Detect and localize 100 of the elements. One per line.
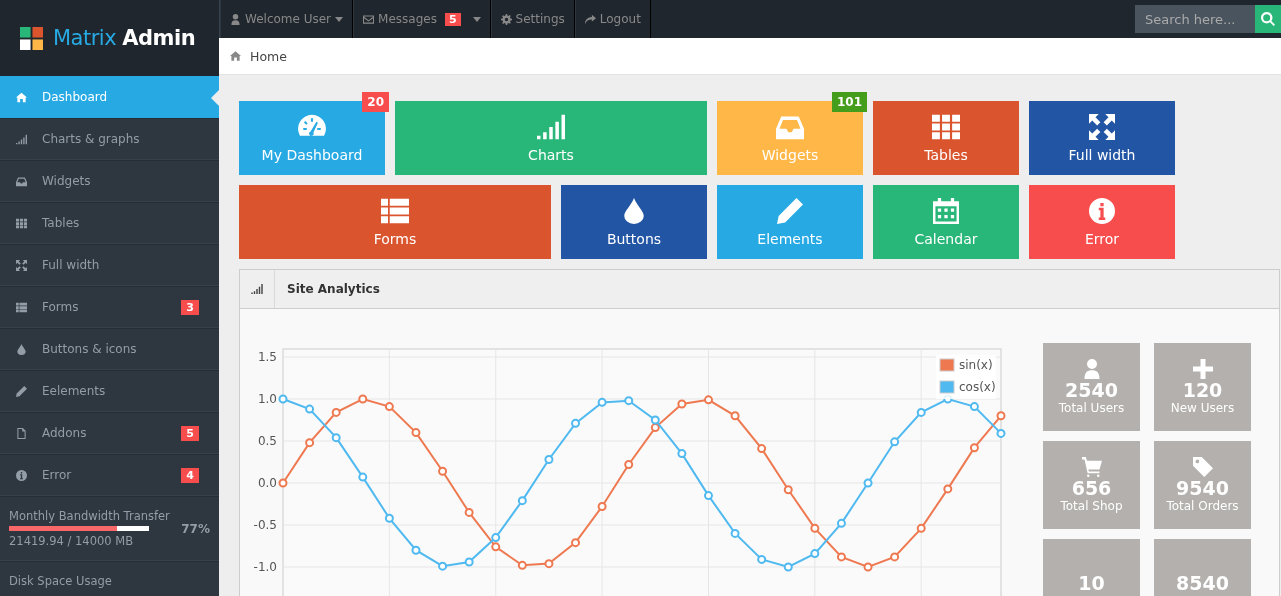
point xyxy=(810,549,820,559)
point xyxy=(438,466,448,476)
sidebar-item[interactable]: Charts & graphs xyxy=(0,118,219,160)
point xyxy=(650,415,660,425)
stat-tile: 656 Total Shop xyxy=(1043,441,1140,529)
inbox-icon xyxy=(16,175,27,187)
legend-label: sin(x) xyxy=(959,358,993,372)
stat-tile: 2540 Total Users xyxy=(1043,343,1140,431)
point xyxy=(464,507,474,517)
info-icon xyxy=(16,469,27,481)
grid-icon xyxy=(932,113,960,140)
shortcut-tile[interactable]: Calendar xyxy=(873,185,1019,259)
point xyxy=(384,513,394,523)
count-badge: 4 xyxy=(181,467,199,483)
point xyxy=(384,402,394,412)
point xyxy=(438,561,448,571)
shortcut-tile[interactable]: Charts xyxy=(395,101,707,175)
point xyxy=(730,528,740,538)
search-field[interactable]: Search here... xyxy=(1135,5,1255,33)
stat-tile: 8540 xyxy=(1154,539,1251,596)
shortcut-tile[interactable]: Elements xyxy=(717,185,863,259)
point xyxy=(890,437,900,447)
sidebar-item[interactable]: Error 4 xyxy=(0,454,219,496)
point xyxy=(305,404,315,414)
sidebar-item[interactable]: Buttons & icons xyxy=(0,328,219,370)
drop-icon xyxy=(16,343,27,355)
pencil-icon xyxy=(16,385,27,397)
calendar-icon xyxy=(932,197,960,224)
count-badge: 20 xyxy=(362,92,389,112)
point xyxy=(597,397,607,407)
settings-icon xyxy=(500,13,512,25)
legend-label: cos(x) xyxy=(959,380,996,394)
point xyxy=(969,443,979,453)
shortcut-tile[interactable]: Tables xyxy=(873,101,1019,175)
bandwidth-title: Monthly Bandwidth Transfer xyxy=(9,509,170,523)
shortcut-tile[interactable]: Forms xyxy=(239,185,551,259)
point xyxy=(571,418,581,428)
sidebar-item[interactable]: Forms 3 xyxy=(0,286,219,328)
point xyxy=(278,478,288,488)
sidebar-item[interactable]: Tables xyxy=(0,202,219,244)
point xyxy=(624,396,634,406)
point xyxy=(943,484,953,494)
point xyxy=(730,411,740,421)
bandwidth-reading: 21419.94 / 14000 MB xyxy=(9,534,135,548)
axis-tick-label: 0.0 xyxy=(257,476,277,490)
list-icon xyxy=(16,301,27,313)
point xyxy=(677,449,687,459)
bandwidth-percent: 77% xyxy=(181,521,210,536)
share-arrow-icon xyxy=(584,13,596,25)
shortcut-tile[interactable]: Error xyxy=(1029,185,1175,259)
stat-tile: 120 New Users xyxy=(1154,343,1251,431)
point xyxy=(331,433,341,443)
point xyxy=(757,444,767,454)
count-badge: 5 xyxy=(444,12,461,26)
point xyxy=(703,491,713,501)
expand-arrows-icon xyxy=(1088,113,1116,140)
sidebar-item[interactable]: Eelements xyxy=(0,370,219,412)
point xyxy=(757,554,767,564)
point xyxy=(571,538,581,548)
home-icon xyxy=(230,51,241,61)
point xyxy=(358,394,368,404)
point xyxy=(305,438,315,448)
axis-tick-label: 1.5 xyxy=(257,350,277,364)
search-button[interactable] xyxy=(1255,5,1281,33)
search-icon xyxy=(1261,12,1275,26)
point xyxy=(916,407,926,417)
sidebar-item[interactable]: Dashboard xyxy=(0,76,219,118)
axis-tick-label: -0.5 xyxy=(253,518,277,532)
axis-tick-label: -1.0 xyxy=(253,560,277,574)
sidebar-item[interactable]: Addons 5 xyxy=(0,412,219,454)
count-badge: 101 xyxy=(831,92,867,112)
point xyxy=(517,496,527,506)
sidebar-item[interactable]: Full width xyxy=(0,244,219,286)
point xyxy=(517,560,527,570)
breadcrumb-link[interactable]: Home xyxy=(250,48,287,64)
point xyxy=(358,472,368,482)
point xyxy=(491,542,501,552)
tag-icon xyxy=(1192,457,1213,477)
point xyxy=(783,485,793,495)
point xyxy=(624,460,634,470)
axis-tick-label: 0.5 xyxy=(257,434,277,448)
sidebar-item[interactable]: Widgets xyxy=(0,160,219,202)
point xyxy=(464,557,474,567)
caret-icon xyxy=(472,16,481,22)
point xyxy=(836,518,846,528)
shortcut-tile[interactable]: Full width xyxy=(1029,101,1175,175)
user-icon xyxy=(230,13,241,25)
list-icon xyxy=(381,197,409,224)
info-icon xyxy=(1088,197,1116,224)
point xyxy=(597,502,607,512)
shortcut-tile[interactable]: Buttons xyxy=(561,185,707,259)
point xyxy=(411,428,421,438)
point xyxy=(411,545,421,555)
point xyxy=(890,552,900,562)
point xyxy=(836,552,846,562)
envelope-icon xyxy=(363,13,375,25)
point xyxy=(650,423,660,433)
point xyxy=(278,394,288,404)
point xyxy=(810,523,820,533)
point xyxy=(491,533,501,543)
